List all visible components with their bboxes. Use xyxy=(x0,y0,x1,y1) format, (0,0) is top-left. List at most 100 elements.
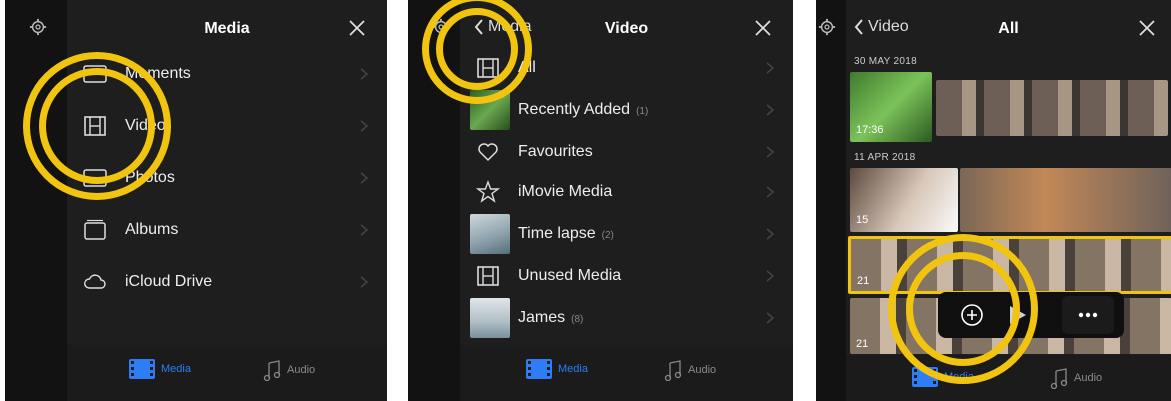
clip-strip[interactable] xyxy=(960,168,1171,232)
list-item-label: Photos xyxy=(125,169,175,186)
list-item-label: iMovie Media xyxy=(518,183,612,201)
cloud-icon xyxy=(84,274,106,289)
tab-audio[interactable]: Audio xyxy=(664,359,716,381)
chevron-right-icon xyxy=(360,224,369,236)
thumbnail-leaves xyxy=(470,90,510,130)
film-strip-icon xyxy=(526,359,552,379)
clip-strip-selected[interactable]: 21 xyxy=(848,236,1171,294)
chevron-right-icon xyxy=(766,146,775,158)
list-item-moments[interactable]: Moments xyxy=(67,48,387,100)
list-item-photos[interactable]: Photos xyxy=(67,152,387,204)
tab-audio[interactable]: Audio xyxy=(1050,367,1102,389)
close-icon[interactable] xyxy=(753,18,773,38)
music-note-icon xyxy=(263,360,281,381)
list-item-icloud-drive[interactable]: iCloud Drive xyxy=(67,256,387,308)
clip-strip[interactable] xyxy=(936,80,1168,136)
tab-label: Media xyxy=(558,363,588,375)
clip-duration: 21 xyxy=(857,275,870,287)
gear-icon[interactable] xyxy=(432,18,450,36)
panel-video: Media Video All Recently Added (1) Favour… xyxy=(408,0,793,401)
list-item-label: Recently Added (1) xyxy=(518,101,648,119)
clip-action-menu xyxy=(938,292,1124,338)
film-strip-icon xyxy=(912,367,938,387)
list-item-video[interactable]: Video xyxy=(67,100,387,152)
list-item-albums[interactable]: Albums xyxy=(67,204,387,256)
chevron-right-icon xyxy=(766,186,775,198)
left-strip xyxy=(5,0,67,401)
gear-icon[interactable] xyxy=(29,18,47,36)
more-button[interactable] xyxy=(1062,296,1114,334)
tab-label: Audio xyxy=(1074,372,1103,384)
gear-icon[interactable] xyxy=(818,18,836,36)
list-item-label: All xyxy=(518,59,536,77)
clip-duration: 17:36 xyxy=(856,124,884,136)
clip-duration: 15 xyxy=(856,214,869,226)
music-note-icon xyxy=(1050,368,1068,389)
more-dots-icon xyxy=(1078,312,1098,318)
tab-bar: Media Audio xyxy=(460,345,793,401)
thumbnail-room xyxy=(470,298,510,338)
tab-bar: Media Audio xyxy=(67,345,387,401)
item-count: (1) xyxy=(636,106,649,117)
item-name: James xyxy=(518,309,566,326)
clip-duration: 21 xyxy=(856,338,869,350)
chevron-right-icon xyxy=(766,228,775,240)
tab-label: Media xyxy=(944,371,974,383)
list-item-label: Unused Media xyxy=(518,267,621,285)
chevron-right-icon xyxy=(360,120,369,132)
list-item-label: Albums xyxy=(125,221,179,238)
item-count: (8) xyxy=(571,314,584,325)
moments-icon xyxy=(83,65,107,83)
chevron-right-icon xyxy=(360,68,369,80)
page-title: All xyxy=(998,20,1019,37)
albums-icon xyxy=(84,219,106,240)
tab-media[interactable]: Media xyxy=(526,359,588,379)
section-date: 30 MAY 2018 xyxy=(854,56,917,67)
item-name: Favourites xyxy=(518,143,593,160)
left-strip xyxy=(816,0,846,401)
clip-thumbnail[interactable]: 17:36 xyxy=(850,72,932,142)
clip-thumbnail[interactable]: 15 xyxy=(850,168,958,232)
play-button[interactable] xyxy=(1006,304,1028,326)
film-icon xyxy=(477,266,499,286)
header: Video All xyxy=(846,0,1171,48)
page-title: Media xyxy=(204,20,250,37)
chevron-right-icon xyxy=(766,104,775,116)
list-item-label: iCloud Drive xyxy=(125,273,213,290)
tab-label: Audio xyxy=(287,364,316,376)
section-date: 11 APR 2018 xyxy=(854,152,916,163)
close-icon[interactable] xyxy=(347,18,367,38)
tab-media[interactable]: Media xyxy=(129,359,191,379)
tab-bar: Media Audio xyxy=(846,355,1171,401)
tab-label: Audio xyxy=(688,364,717,376)
page-title: Video xyxy=(604,20,649,37)
list-item-james[interactable]: James (8) xyxy=(460,292,793,344)
play-icon xyxy=(1010,306,1026,324)
chevron-right-icon xyxy=(360,276,369,288)
film-icon xyxy=(84,116,106,136)
star-icon xyxy=(476,180,500,203)
close-icon[interactable] xyxy=(1137,18,1157,38)
thumbnail-desk xyxy=(470,214,510,254)
item-name: iMovie Media xyxy=(518,183,613,200)
media-browser: Media Moments Video Photos Albums iCloud… xyxy=(67,0,387,401)
tab-media[interactable]: Media xyxy=(912,367,974,387)
film-icon xyxy=(477,58,499,78)
music-note-icon xyxy=(664,360,682,381)
item-name: All xyxy=(518,59,536,76)
heart-icon xyxy=(478,143,498,162)
chevron-right-icon xyxy=(360,172,369,184)
list-item-label: Time lapse (2) xyxy=(518,225,614,243)
add-button[interactable] xyxy=(960,303,984,327)
chevron-right-icon xyxy=(766,312,775,324)
video-browser: Media Video All Recently Added (1) Favour… xyxy=(460,0,793,401)
panel-media: Media Moments Video Photos Albums iCloud… xyxy=(5,0,387,401)
photos-icon xyxy=(83,169,107,187)
all-clips-browser: Video All 30 MAY 2018 17:36 11 APR 2018 … xyxy=(846,0,1171,401)
item-name: Time lapse xyxy=(518,225,596,242)
item-name: Recently Added xyxy=(518,101,631,118)
tab-audio[interactable]: Audio xyxy=(263,359,315,381)
list-item-label: Video xyxy=(125,117,166,134)
list-item-label: Moments xyxy=(125,65,191,82)
panel-all: Video All 30 MAY 2018 17:36 11 APR 2018 … xyxy=(816,0,1171,401)
